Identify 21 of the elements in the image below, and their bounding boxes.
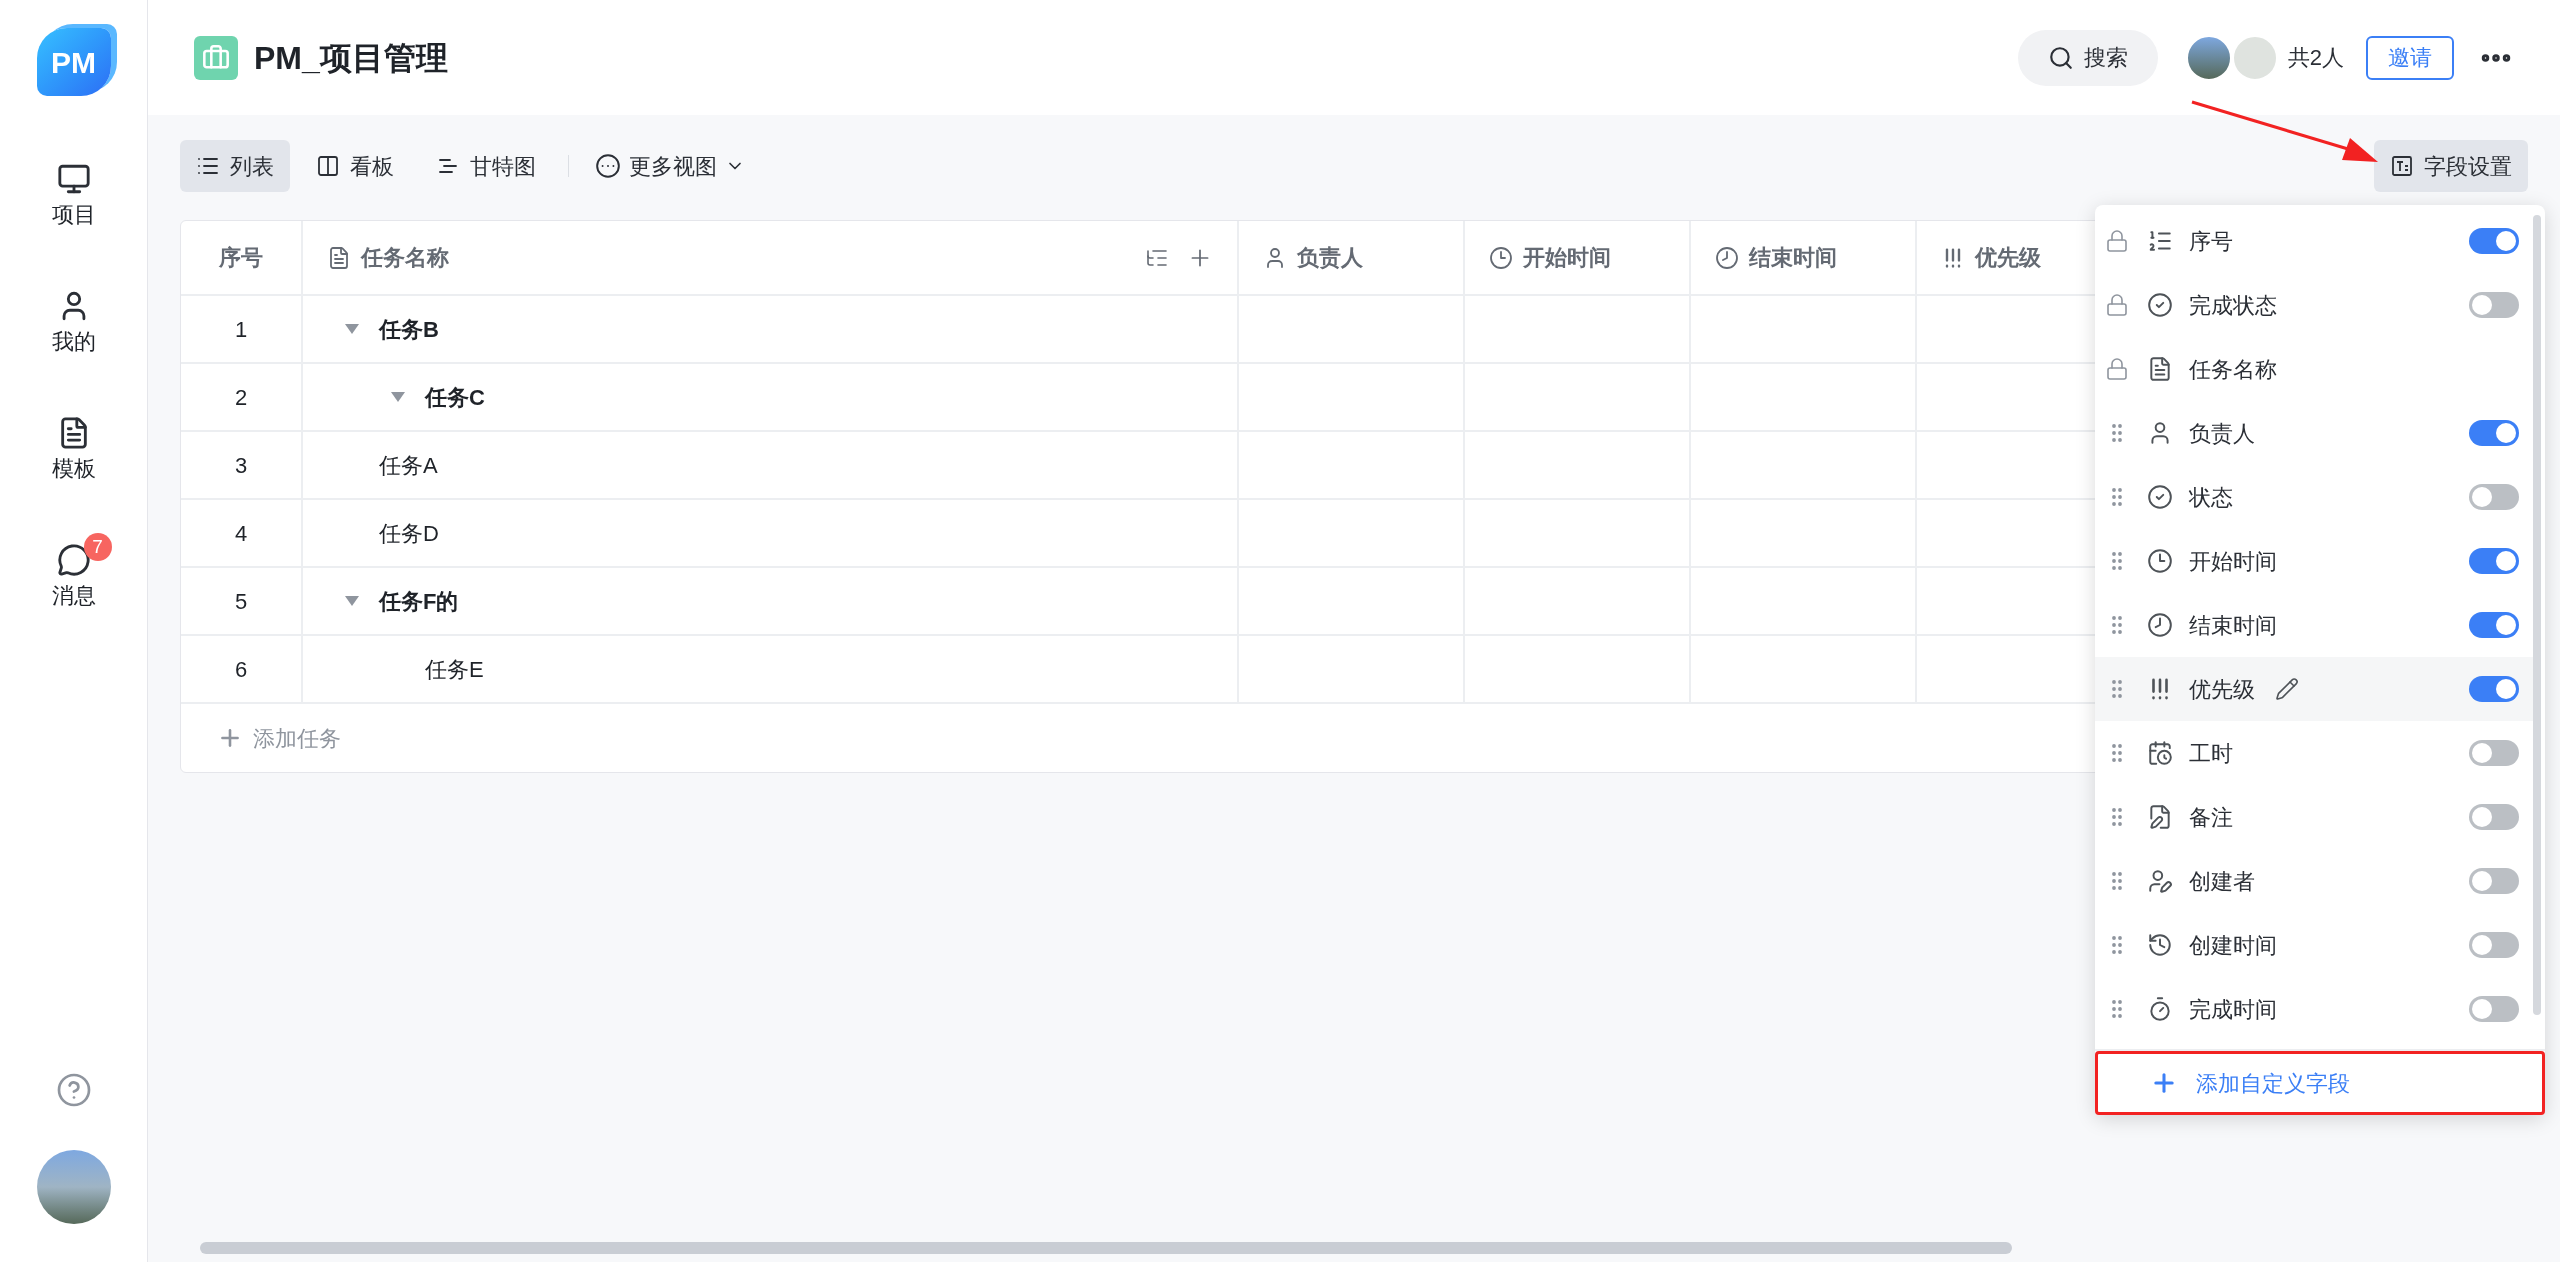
unread-badge: 7 xyxy=(83,533,112,561)
field-name: 备注 xyxy=(2189,803,2233,832)
table-cell: 3 xyxy=(181,432,303,498)
field-name: 工时 xyxy=(2189,739,2233,768)
field-name: 序号 xyxy=(2189,227,2233,256)
field-name: 优先级 xyxy=(2189,675,2255,704)
field-name: 完成时间 xyxy=(2189,995,2277,1024)
field-name: 完成状态 xyxy=(2189,291,2277,320)
table-cell: 5 xyxy=(181,568,303,634)
table-cell: 1 xyxy=(181,296,303,362)
field-name: 创建时间 xyxy=(2189,931,2277,960)
table-cell: 6 xyxy=(181,636,303,702)
table-cell: 4 xyxy=(181,500,303,566)
table-cell: 2 xyxy=(181,364,303,430)
project-title: PM_项目管理 xyxy=(254,38,448,78)
field-name: 开始时间 xyxy=(2189,547,2277,576)
field-name: 创建者 xyxy=(2189,867,2255,896)
field-name: 结束时间 xyxy=(2189,611,2277,640)
field-name: 状态 xyxy=(2189,483,2233,512)
field-name: 负责人 xyxy=(2189,419,2255,448)
field-name: 任务名称 xyxy=(2189,355,2277,384)
